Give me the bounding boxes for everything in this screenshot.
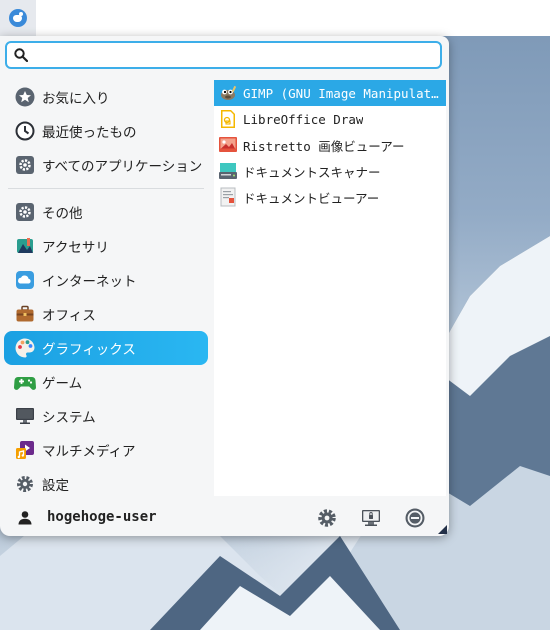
logout-button[interactable] <box>403 506 427 530</box>
category-recent[interactable]: 最近使ったもの <box>4 114 208 148</box>
kde-launcher-icon <box>9 9 27 27</box>
category-label: ゲーム <box>42 376 83 392</box>
multimedia-icon <box>14 439 36 461</box>
search-box[interactable] <box>5 41 442 69</box>
star-icon <box>14 86 36 108</box>
app-label: ドキュメントビューアー <box>243 190 380 206</box>
application-menu: お気に入り 最近使ったもの すべてのアプリケーション その他 アクセサリ インタ… <box>0 36 449 536</box>
resize-handle[interactable] <box>438 525 447 534</box>
app-label: Ristretto 画像ビューアー <box>243 138 405 154</box>
top-panel <box>0 0 550 36</box>
category-label: インターネット <box>42 274 137 290</box>
ristretto-icon <box>218 135 238 155</box>
category-label: 設定 <box>42 478 69 494</box>
app-item-document-viewer[interactable]: ドキュメントビューアー <box>214 184 446 210</box>
user-name: hogehoge-user <box>47 509 157 525</box>
lock-screen-icon <box>362 510 380 526</box>
app-label: LibreOffice Draw <box>243 111 364 127</box>
user-icon <box>16 509 34 527</box>
category-multimedia[interactable]: マルチメディア <box>4 433 208 467</box>
libreoffice-draw-icon <box>218 109 238 129</box>
document-viewer-icon <box>218 187 238 207</box>
app-launcher-button[interactable] <box>0 0 36 36</box>
monitor-icon <box>14 405 36 427</box>
settings-icon <box>318 509 336 527</box>
category-internet[interactable]: インターネット <box>4 263 208 297</box>
search-input[interactable] <box>34 43 440 67</box>
category-label: オフィス <box>42 308 96 324</box>
palette-icon <box>14 337 36 359</box>
category-label: マルチメディア <box>42 444 136 460</box>
category-label: すべてのアプリケーション <box>42 159 203 175</box>
lock-screen-button[interactable] <box>359 506 383 530</box>
settings-button[interactable] <box>315 506 339 530</box>
gamepad-icon <box>14 371 36 393</box>
app-item-document-scanner[interactable]: ドキュメントスキャナー <box>214 158 446 184</box>
category-settings[interactable]: 設定 <box>4 467 208 501</box>
logout-icon <box>405 508 425 528</box>
category-games[interactable]: ゲーム <box>4 365 208 399</box>
accessories-icon <box>14 235 36 257</box>
app-label: GIMP (GNU Image Manipulati… <box>243 85 446 101</box>
category-system[interactable]: システム <box>4 399 208 433</box>
menu-footer: hogehoge-user <box>0 500 449 536</box>
other-gear-icon <box>14 201 36 223</box>
search-icon <box>14 48 29 63</box>
category-graphics[interactable]: グラフィックス <box>4 331 208 365</box>
scanner-icon <box>218 161 238 181</box>
app-item-gimp[interactable]: GIMP (GNU Image Manipulati… <box>214 80 446 106</box>
category-all-apps[interactable]: すべてのアプリケーション <box>4 148 208 182</box>
category-office[interactable]: オフィス <box>4 297 208 331</box>
category-list: お気に入り 最近使ったもの すべてのアプリケーション その他 アクセサリ インタ… <box>4 80 208 501</box>
app-label: ドキュメントスキャナー <box>243 164 381 180</box>
category-label: 最近使ったもの <box>42 125 137 141</box>
category-other[interactable]: その他 <box>4 195 208 229</box>
category-label: アクセサリ <box>42 240 109 256</box>
category-accessories[interactable]: アクセサリ <box>4 229 208 263</box>
category-favorites[interactable]: お気に入り <box>4 80 208 114</box>
app-list: GIMP (GNU Image Manipulati… LibreOffice … <box>214 80 446 496</box>
category-label: グラフィックス <box>42 342 136 358</box>
cloud-icon <box>14 269 36 291</box>
clock-icon <box>14 120 36 142</box>
settings-gear-icon <box>14 473 36 495</box>
briefcase-icon <box>14 303 36 325</box>
apps-gear-icon <box>14 154 36 176</box>
gimp-icon <box>218 83 238 103</box>
app-item-libreoffice-draw[interactable]: LibreOffice Draw <box>214 106 446 132</box>
category-label: お気に入り <box>42 91 110 107</box>
category-label: その他 <box>42 206 83 222</box>
app-item-ristretto[interactable]: Ristretto 画像ビューアー <box>214 132 446 158</box>
category-label: システム <box>42 410 96 426</box>
category-separator <box>8 188 204 189</box>
